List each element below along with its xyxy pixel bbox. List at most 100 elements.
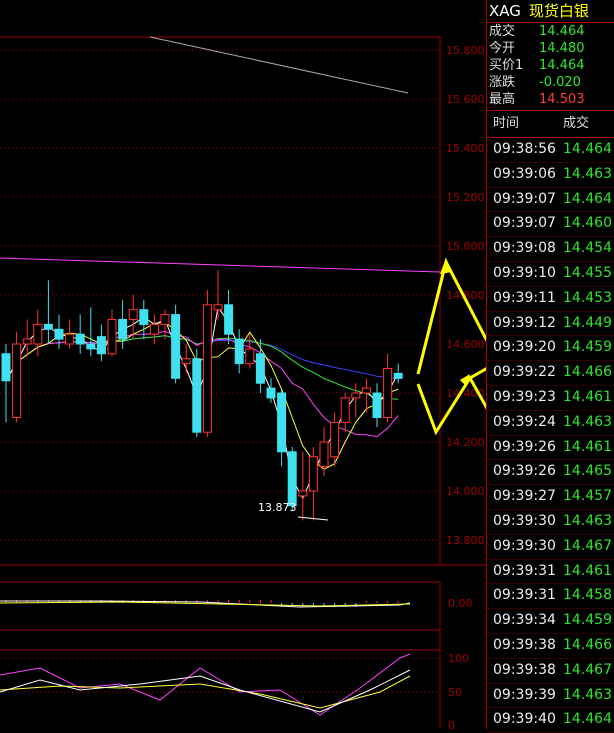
- tick-row: 09:39:34 14.459: [487, 609, 614, 634]
- candle-body: [298, 490, 308, 497]
- kline-chart-area[interactable]: 15.800 15.600 15.400 15.200 15.000 14.800 14.6…: [0, 0, 574, 732]
- candle-body: [361, 387, 371, 394]
- tick-row: 09:39:08 14.454: [487, 237, 614, 262]
- tick-row: 09:39:07 14.460: [487, 212, 614, 238]
- annotation-arrowhead: [440, 258, 452, 274]
- tick-time: 09:39:31: [493, 562, 556, 579]
- ticks-header-price: 成交: [563, 116, 590, 131]
- tick-price: 14.467: [563, 537, 612, 554]
- quote-label: 最高: [489, 92, 516, 107]
- macd-zero-label: 0.00: [448, 597, 473, 610]
- tick-time: 09:39:39: [493, 686, 556, 703]
- candle-body: [75, 333, 85, 345]
- candle-body: [171, 314, 181, 379]
- candle-body: [287, 451, 297, 507]
- tick-price: 14.460: [563, 215, 612, 232]
- candle-body: [43, 323, 53, 330]
- tick-time: 09:39:34: [493, 612, 556, 629]
- candle-body: [383, 368, 393, 418]
- kdj-k-line: [0, 669, 411, 713]
- ma-line-magenta: [5, 330, 399, 438]
- candle-body: [308, 456, 318, 492]
- candle-body: [277, 392, 287, 453]
- kdj-tick-label: 0: [448, 719, 455, 729]
- candle-body: [319, 441, 329, 467]
- tick-time: 09:39:27: [493, 488, 556, 505]
- candle-body: [224, 304, 234, 335]
- candle-body: [160, 314, 170, 325]
- price-tick-label: 15.400: [446, 142, 485, 155]
- candle-body: [181, 358, 191, 365]
- quote-value: -0.020: [539, 75, 581, 90]
- tick-time: 09:39:10: [493, 264, 556, 281]
- quote-summary: 成交 14.464 今开 14.480 买价1 14.464 涨跌 -0.020 最高 14.50…: [487, 23, 614, 111]
- ticks-header-time: 时间: [493, 116, 520, 131]
- tick-time: 09:39:11: [493, 289, 556, 306]
- price-tick-label: 15.200: [446, 191, 485, 204]
- candle-body: [234, 338, 244, 365]
- candle-body: [213, 304, 223, 311]
- kdj-tick-label: 100: [448, 652, 469, 665]
- candle-body: [192, 358, 202, 433]
- tick-time: 09:39:07: [493, 215, 556, 232]
- ticks-header: 时间 成交: [487, 111, 614, 138]
- quote-row: 买价1 14.464: [487, 57, 614, 74]
- price-tick-label: 13.800: [446, 534, 485, 547]
- low-price-label: 13.873: [258, 501, 297, 514]
- tick-price: 14.463: [563, 165, 612, 182]
- candle-body: [393, 372, 403, 379]
- tick-row: 09:39:27 14.457: [487, 485, 614, 510]
- tick-price: 14.467: [563, 661, 612, 678]
- tick-row: 09:39:12 14.449: [487, 312, 614, 337]
- candle-body: [107, 319, 117, 355]
- tick-row: 09:39:06 14.463: [487, 163, 614, 188]
- tick-time: 09:39:24: [493, 413, 556, 430]
- quote-label: 今开: [489, 41, 516, 56]
- candle-body: [202, 304, 212, 433]
- tick-time: 09:39:23: [493, 388, 556, 405]
- tick-row: 09:39:30 14.463: [487, 510, 614, 535]
- kline-chart[interactable]: 15.80015.60015.40015.20015.00014.80014.6…: [0, 0, 574, 732]
- tick-time: 09:39:26: [493, 463, 556, 480]
- tick-row: 09:39:40 14.464: [487, 708, 614, 733]
- tick-list[interactable]: 09:38:56 14.464 09:39:06 14.463 09:39:07 14.4…: [487, 138, 614, 733]
- tick-row: 09:39:30 14.467: [487, 535, 614, 560]
- candle-body: [33, 323, 43, 345]
- quote-row: 今开 14.480: [487, 40, 614, 57]
- tick-row: 09:39:31 14.458: [487, 584, 614, 610]
- tick-price: 14.461: [563, 562, 612, 579]
- tick-price: 14.457: [563, 488, 612, 505]
- candle-body: [245, 348, 255, 365]
- tick-price: 14.458: [563, 587, 612, 604]
- tick-row: 09:39:22 14.466: [487, 361, 614, 386]
- tick-time: 09:39:26: [493, 438, 556, 455]
- tick-row: 09:38:56 14.464: [487, 138, 614, 163]
- candle-body: [330, 421, 340, 458]
- tick-row: 09:39:39 14.463: [487, 684, 614, 709]
- tick-time: 09:39:06: [493, 165, 556, 182]
- tick-time: 09:39:12: [493, 314, 556, 331]
- price-tick-label: 14.600: [446, 338, 485, 351]
- candle-body: [372, 392, 382, 418]
- candle-body: [128, 309, 138, 321]
- quote-row: 最高 14.503: [487, 91, 614, 108]
- ma-line-long-magenta: [0, 257, 441, 273]
- candle-body: [65, 333, 75, 345]
- ma-line-green: [5, 335, 399, 400]
- candle-body: [22, 338, 32, 345]
- tick-time: 09:39:38: [493, 636, 556, 653]
- tick-price: 14.463: [563, 413, 612, 430]
- candle-body: [266, 387, 276, 399]
- candle-body: [139, 309, 149, 325]
- instrument-code: XAG: [489, 2, 521, 20]
- tick-price: 14.449: [563, 314, 612, 331]
- candle-body: [255, 353, 265, 384]
- tick-time: 09:39:30: [493, 512, 556, 529]
- tick-row: 09:39:11 14.453: [487, 287, 614, 312]
- tick-price: 14.464: [563, 190, 612, 207]
- tick-price: 14.466: [563, 364, 612, 381]
- tick-row: 09:39:23 14.461: [487, 386, 614, 411]
- tick-row: 09:39:31 14.461: [487, 560, 614, 585]
- candle-body: [54, 328, 64, 340]
- instrument-title: XAG 现货白银: [487, 0, 614, 23]
